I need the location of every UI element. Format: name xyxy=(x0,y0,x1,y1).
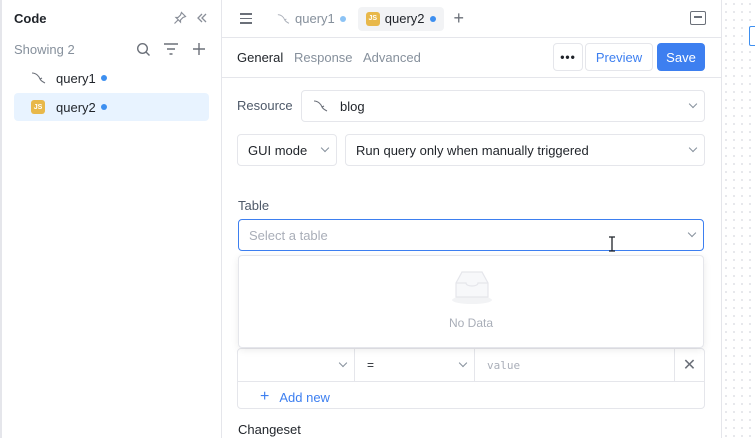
operator-value: = xyxy=(367,358,375,372)
query-name: query1 xyxy=(56,70,96,86)
tab-label: query1 xyxy=(295,11,335,26)
js-badge-icon: JS xyxy=(30,99,46,115)
add-query-icon[interactable] xyxy=(185,40,213,58)
query-name: query2 xyxy=(56,99,96,115)
unsaved-dot xyxy=(100,104,107,110)
table-dropdown: No Data xyxy=(238,255,704,348)
query-tab-bar: query1 JS query2 + xyxy=(222,0,721,38)
add-new-filter-button[interactable]: + Add new xyxy=(260,388,330,406)
pin-icon[interactable] xyxy=(169,9,191,27)
table-label: Table xyxy=(238,198,270,213)
table-placeholder: Select a table xyxy=(249,227,328,243)
canvas-component-handle[interactable] xyxy=(749,26,755,46)
tab-general[interactable]: General xyxy=(237,50,283,65)
tab-response[interactable]: Response xyxy=(294,50,353,65)
value-placeholder: value xyxy=(487,358,521,372)
preview-button[interactable]: Preview xyxy=(585,43,653,71)
trigger-value: Run query only when manually triggered xyxy=(356,142,589,158)
text-cursor-icon xyxy=(609,236,615,252)
filter-value-input[interactable]: value xyxy=(475,349,675,381)
search-icon[interactable] xyxy=(129,40,157,58)
sidebar-title: Code xyxy=(14,10,47,26)
trigger-select[interactable]: Run query only when manually triggered xyxy=(345,134,705,166)
minimize-panel-icon[interactable] xyxy=(690,11,706,25)
tab-advanced[interactable]: Advanced xyxy=(363,50,421,65)
filter-conditions: = value ✕ + Add new xyxy=(237,348,705,409)
mysql-dolphin-icon xyxy=(312,98,328,114)
empty-inbox-icon xyxy=(452,271,492,304)
collapse-sidebar-icon[interactable] xyxy=(191,9,213,27)
mode-select[interactable]: GUI mode xyxy=(237,134,337,166)
sidebar-header: Code xyxy=(14,9,213,27)
resource-label: Resource xyxy=(237,98,293,113)
filter-row: = value ✕ xyxy=(238,349,704,382)
new-tab-plus-icon[interactable]: + xyxy=(454,8,465,29)
tab-query1[interactable]: query1 xyxy=(268,7,354,31)
chevron-down-icon xyxy=(688,99,698,109)
changeset-label: Changeset xyxy=(238,422,301,437)
mode-value: GUI mode xyxy=(248,142,308,158)
chevron-down-icon xyxy=(338,358,348,368)
chevron-down-icon xyxy=(688,143,698,153)
add-new-label: Add new xyxy=(279,389,330,405)
chevron-down-icon xyxy=(320,143,330,153)
no-data-text: No Data xyxy=(448,316,494,330)
sidebar-toolbar: Showing 2 xyxy=(14,39,213,59)
save-button[interactable]: Save xyxy=(657,43,705,71)
tab-query2[interactable]: JS query2 xyxy=(357,6,444,31)
tab-label: query2 xyxy=(384,11,425,26)
query-count: Showing 2 xyxy=(14,41,75,57)
chevron-down-icon xyxy=(458,358,468,368)
unsaved-dot xyxy=(429,15,436,22)
sidebar-item-query1[interactable]: query1 xyxy=(14,64,209,92)
filter-icon[interactable] xyxy=(157,40,185,58)
more-options-button[interactable]: ••• xyxy=(553,43,583,71)
plus-icon: + xyxy=(260,388,270,405)
remove-filter-close-icon[interactable]: ✕ xyxy=(675,349,704,381)
mysql-dolphin-icon xyxy=(276,12,290,26)
editor-header: General Response Advanced ••• Preview Sa… xyxy=(222,38,721,78)
chevron-down-icon xyxy=(687,228,697,238)
mysql-dolphin-icon xyxy=(30,70,46,86)
filter-operator-select[interactable]: = xyxy=(355,349,475,381)
canvas-strip xyxy=(721,0,755,438)
filter-column-select[interactable] xyxy=(238,349,355,381)
unsaved-dot xyxy=(100,75,107,81)
js-badge-icon: JS xyxy=(365,11,380,26)
sidebar-item-query2[interactable]: JS query2 xyxy=(14,93,209,121)
menu-icon[interactable] xyxy=(240,10,258,28)
code-sidebar: Code Showing 2 query1 JS query2 xyxy=(0,0,222,438)
unsaved-dot xyxy=(339,15,346,22)
resource-value: blog xyxy=(340,98,365,114)
table-select[interactable]: Select a table xyxy=(238,219,704,251)
resource-select[interactable]: blog xyxy=(301,90,705,122)
